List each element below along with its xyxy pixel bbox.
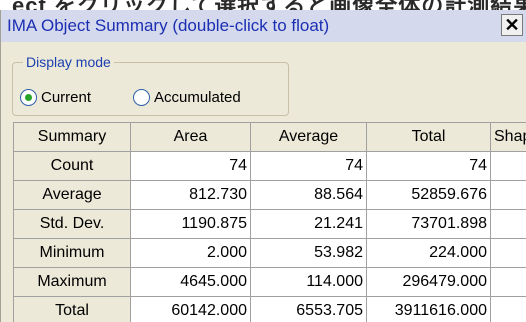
table-cell[interactable]: 88.564 (250, 180, 367, 210)
table-cell[interactable]: 74 (130, 151, 251, 181)
table-cell[interactable] (490, 238, 526, 268)
table-row: Average 812.730 88.564 52859.676 (13, 180, 526, 210)
table-cell[interactable]: 60142.000 (130, 296, 251, 322)
table-row: Total 60142.000 6553.705 3911616.000 (13, 296, 526, 322)
table-cell[interactable]: 74 (366, 151, 491, 181)
radio-unselected-icon (133, 89, 150, 106)
radio-current[interactable]: Current (20, 89, 91, 106)
row-header: Count (13, 151, 131, 181)
table-cell[interactable]: 74 (250, 151, 367, 181)
table-cell[interactable]: 21.241 (250, 209, 367, 239)
close-icon: ✕ (504, 15, 520, 35)
radio-current-label: Current (41, 89, 92, 106)
table-cell[interactable]: 1190.875 (130, 209, 251, 239)
table-cell[interactable]: 52859.676 (366, 180, 491, 210)
row-header: Std. Dev. (13, 209, 131, 239)
radio-accumulated-label: Accumulated (154, 89, 241, 106)
summary-table: Summary Area Average Total Shap Count 74… (13, 122, 526, 322)
table-cell[interactable] (490, 209, 526, 239)
table-cell[interactable] (490, 151, 526, 181)
title-bar[interactable]: IMA Object Summary (double-click to floa… (1, 10, 526, 42)
table-row: Count 74 74 74 (13, 151, 526, 181)
table-cell[interactable]: 224.000 (366, 238, 491, 268)
table-cell[interactable]: 6553.705 (250, 296, 367, 322)
radio-selected-icon (20, 89, 37, 106)
window-title: IMA Object Summary (double-click to floa… (7, 16, 330, 35)
table-cell[interactable]: 4645.000 (130, 267, 251, 297)
table-cell[interactable] (490, 296, 526, 322)
table-row: Maximum 4645.000 114.000 296479.000 (13, 267, 526, 297)
table-cell[interactable]: 73701.898 (366, 209, 491, 239)
table-cell[interactable]: 812.730 (130, 180, 251, 210)
table-cell[interactable]: 3911616.000 (366, 296, 491, 322)
column-header-summary[interactable]: Summary (13, 122, 131, 152)
column-header-area[interactable]: Area (130, 122, 251, 152)
row-header: Average (13, 180, 131, 210)
table-cell[interactable]: 296479.000 (366, 267, 491, 297)
column-header-total[interactable]: Total (366, 122, 491, 152)
table-cell[interactable]: 53.982 (250, 238, 367, 268)
table-cell[interactable] (490, 180, 526, 210)
table-header-row: Summary Area Average Total Shap (13, 122, 526, 152)
table-cell[interactable]: 114.000 (250, 267, 367, 297)
object-summary-window: IMA Object Summary (double-click to floa… (0, 10, 526, 322)
display-mode-legend: Display mode (23, 54, 114, 70)
radio-accumulated[interactable]: Accumulated (133, 89, 241, 106)
row-header: Maximum (13, 267, 131, 297)
column-header-average[interactable]: Average (250, 122, 367, 152)
column-header-shape[interactable]: Shap (490, 122, 526, 152)
table-cell[interactable] (490, 267, 526, 297)
row-header: Total (13, 296, 131, 322)
table-row: Minimum 2.000 53.982 224.000 (13, 238, 526, 268)
close-button[interactable]: ✕ (501, 14, 523, 36)
table-cell[interactable]: 2.000 (130, 238, 251, 268)
row-header: Minimum (13, 238, 131, 268)
table-row: Std. Dev. 1190.875 21.241 73701.898 (13, 209, 526, 239)
